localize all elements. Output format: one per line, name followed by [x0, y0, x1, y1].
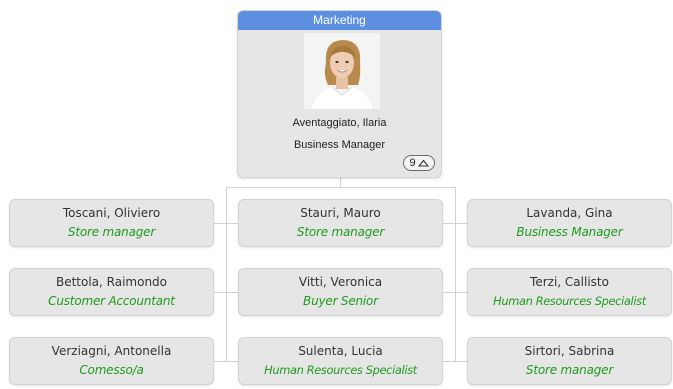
- employee-card[interactable]: Sulenta, Lucia Human Resources Specialis…: [238, 337, 443, 385]
- collapse-children-button[interactable]: 9: [403, 155, 435, 171]
- employee-card[interactable]: Lavanda, Gina Business Manager: [467, 199, 672, 247]
- employee-name: Terzi, Callisto: [530, 275, 609, 289]
- root-node-card[interactable]: Marketing Aventaggiato, Ilaria Business …: [237, 10, 442, 178]
- employee-card[interactable]: Terzi, Callisto Human Resources Speciali…: [467, 268, 672, 316]
- connector-horizontal-bus: [226, 187, 456, 188]
- root-person-role: Business Manager: [293, 139, 386, 151]
- connector-right-branch-3: [442, 361, 467, 362]
- employee-name: Stauri, Mauro: [300, 206, 381, 220]
- connector-right-branch-1: [442, 223, 467, 224]
- connector-left-branch-3: [214, 361, 238, 362]
- portrait-photo: [304, 33, 380, 109]
- employee-name: Lavanda, Gina: [526, 206, 613, 220]
- employee-name: Toscani, Oliviero: [62, 206, 161, 220]
- children-count: 9: [409, 157, 416, 169]
- portrait-photo-image: [304, 33, 380, 109]
- employee-role: Buyer Senior: [303, 294, 378, 308]
- root-person-name: Aventaggiato, Ilaria: [292, 117, 387, 129]
- employee-card[interactable]: Sirtori, Sabrina Store manager: [467, 337, 672, 385]
- employee-role: Human Resources Specialist: [264, 363, 417, 377]
- employee-role: Store manager: [67, 225, 156, 239]
- employee-role: Comesso/a: [79, 363, 144, 377]
- employee-role: Store manager: [525, 363, 614, 377]
- employee-role: Customer Accountant: [48, 294, 175, 308]
- connector-left-trunk: [226, 187, 227, 362]
- connector-root-down: [340, 178, 341, 187]
- chevron-up-icon: [417, 159, 429, 167]
- employee-card[interactable]: Toscani, Oliviero Store manager: [9, 199, 214, 247]
- employee-card[interactable]: Vitti, Veronica Buyer Senior: [238, 268, 443, 316]
- org-chart: Marketing Aventaggiato, Ilaria Business …: [0, 0, 673, 389]
- connector-left-branch-1: [214, 223, 238, 224]
- employee-role: Business Manager: [516, 225, 623, 239]
- employee-name: Bettola, Raimondo: [55, 275, 168, 289]
- employee-name: Sirtori, Sabrina: [524, 344, 615, 358]
- employee-name: Sulenta, Lucia: [298, 344, 383, 358]
- employee-role: Store manager: [296, 225, 385, 239]
- employee-name: Vitti, Veronica: [298, 275, 383, 289]
- department-header: Marketing: [238, 11, 441, 30]
- employee-role: Human Resources Specialist: [493, 294, 646, 308]
- employee-card[interactable]: Stauri, Mauro Store manager: [238, 199, 443, 247]
- connector-left-branch-2: [214, 292, 238, 293]
- connector-right-branch-2: [442, 292, 467, 293]
- connector-right-trunk: [455, 187, 456, 362]
- employee-card[interactable]: Verziagni, Antonella Comesso/a: [9, 337, 214, 385]
- employee-name: Verziagni, Antonella: [51, 344, 172, 358]
- employee-card[interactable]: Bettola, Raimondo Customer Accountant: [9, 268, 214, 316]
